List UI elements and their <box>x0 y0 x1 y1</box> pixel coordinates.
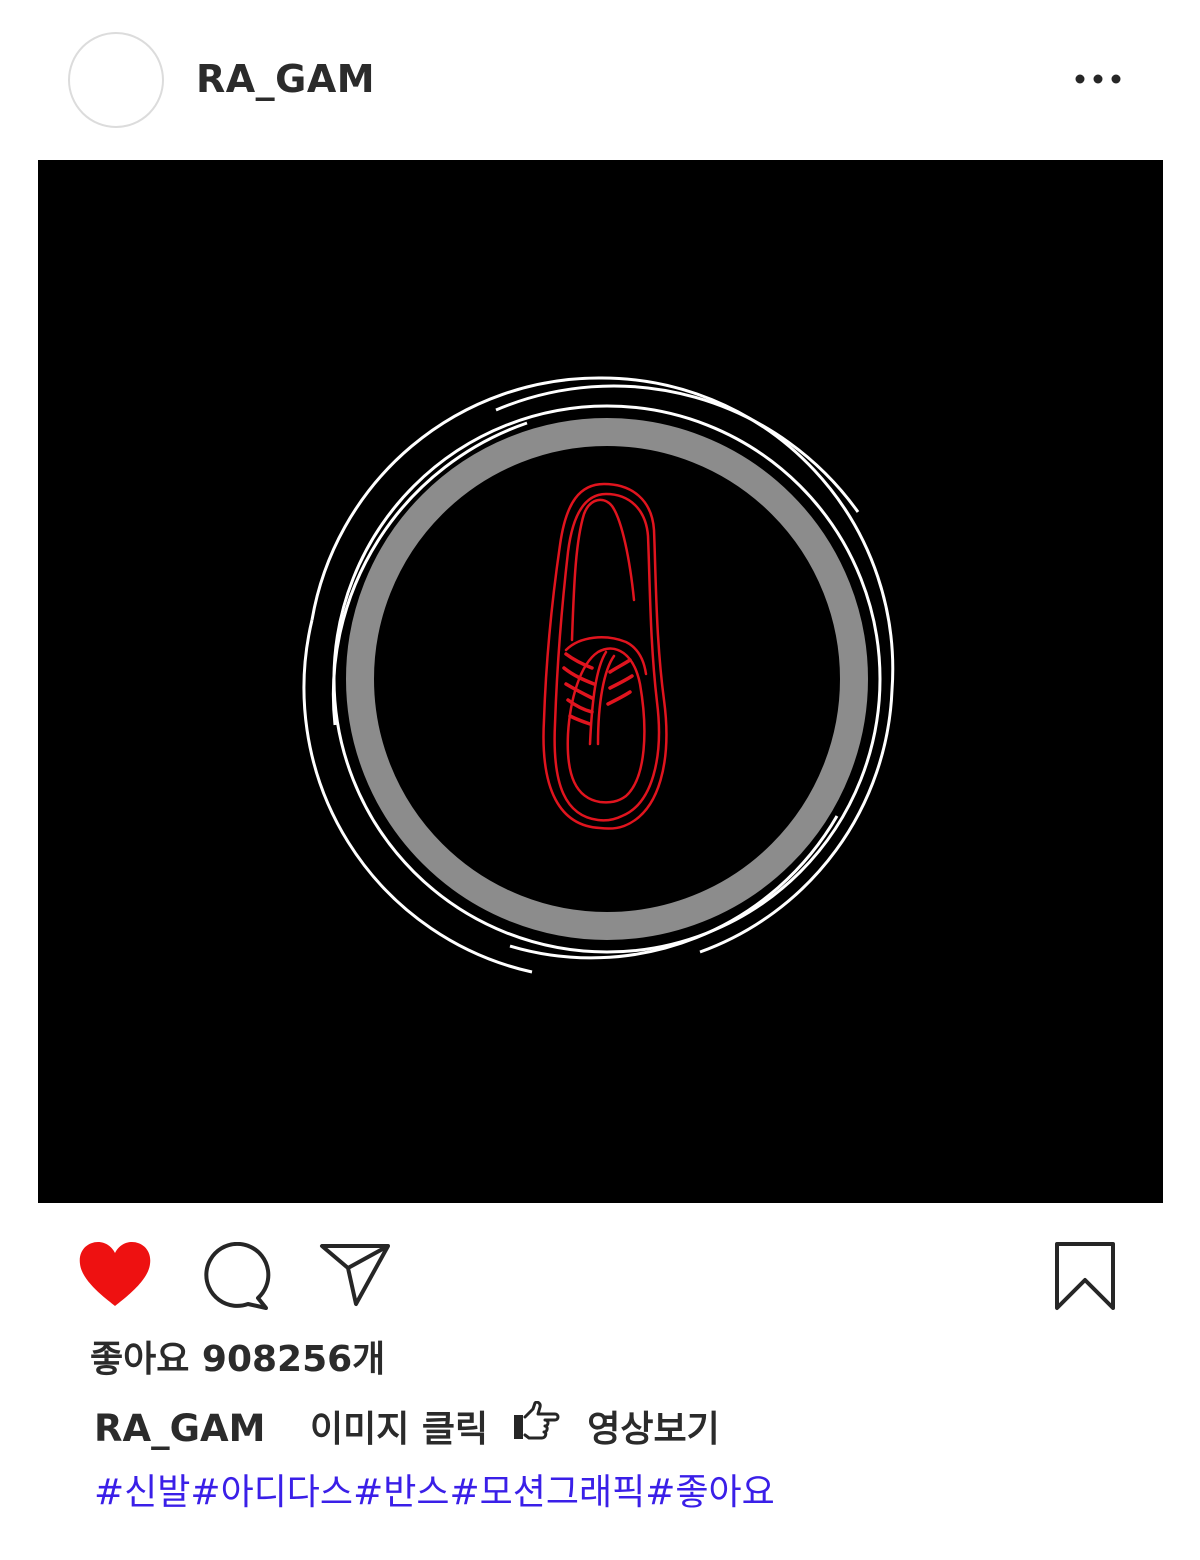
share-button[interactable] <box>318 1242 392 1312</box>
pointing-hand-icon <box>511 1400 561 1455</box>
comment-button[interactable] <box>200 1241 274 1316</box>
post-actions <box>0 1230 1200 1330</box>
hashtag-link[interactable]: #좋아요 <box>645 1472 775 1513</box>
hashtag-link[interactable]: #반스 <box>353 1472 449 1513</box>
caption-username[interactable]: RA_GAM <box>94 1407 265 1450</box>
gray-ring <box>346 418 868 940</box>
paper-plane-icon <box>320 1244 390 1306</box>
hashtag-link[interactable]: #신발 <box>94 1472 190 1513</box>
post-header: RA_GAM <box>0 0 1200 160</box>
save-button[interactable] <box>1052 1240 1118 1318</box>
hashtag-link[interactable]: #모션그래픽 <box>449 1472 645 1513</box>
likes-count[interactable]: 좋아요 908256개 <box>90 1336 385 1384</box>
comment-bubble-icon <box>204 1241 271 1310</box>
post-media[interactable] <box>38 160 1163 1203</box>
more-options-button[interactable] <box>1068 62 1128 96</box>
hashtag-link[interactable]: #아디다스 <box>190 1472 353 1513</box>
shoe-icon <box>542 482 668 830</box>
outer-white-arc-4 <box>302 619 533 974</box>
caption-text-after: 영상보기 <box>587 1409 720 1450</box>
post-username[interactable]: RA_GAM <box>196 56 375 102</box>
like-button[interactable] <box>78 1242 152 1312</box>
ellipsis-icon <box>1075 74 1121 84</box>
hashtags: #신발#아디다스#반스#모션그래픽#좋아요 <box>94 1468 775 1518</box>
bookmark-icon <box>1055 1242 1115 1310</box>
caption-text-before: 이미지 클릭 <box>310 1409 489 1450</box>
caption: RA_GAM 이미지 클릭 영상보기 <box>94 1400 720 1455</box>
heart-icon <box>79 1242 151 1306</box>
shoe-motion-graphic <box>302 376 895 974</box>
avatar[interactable] <box>68 32 164 128</box>
